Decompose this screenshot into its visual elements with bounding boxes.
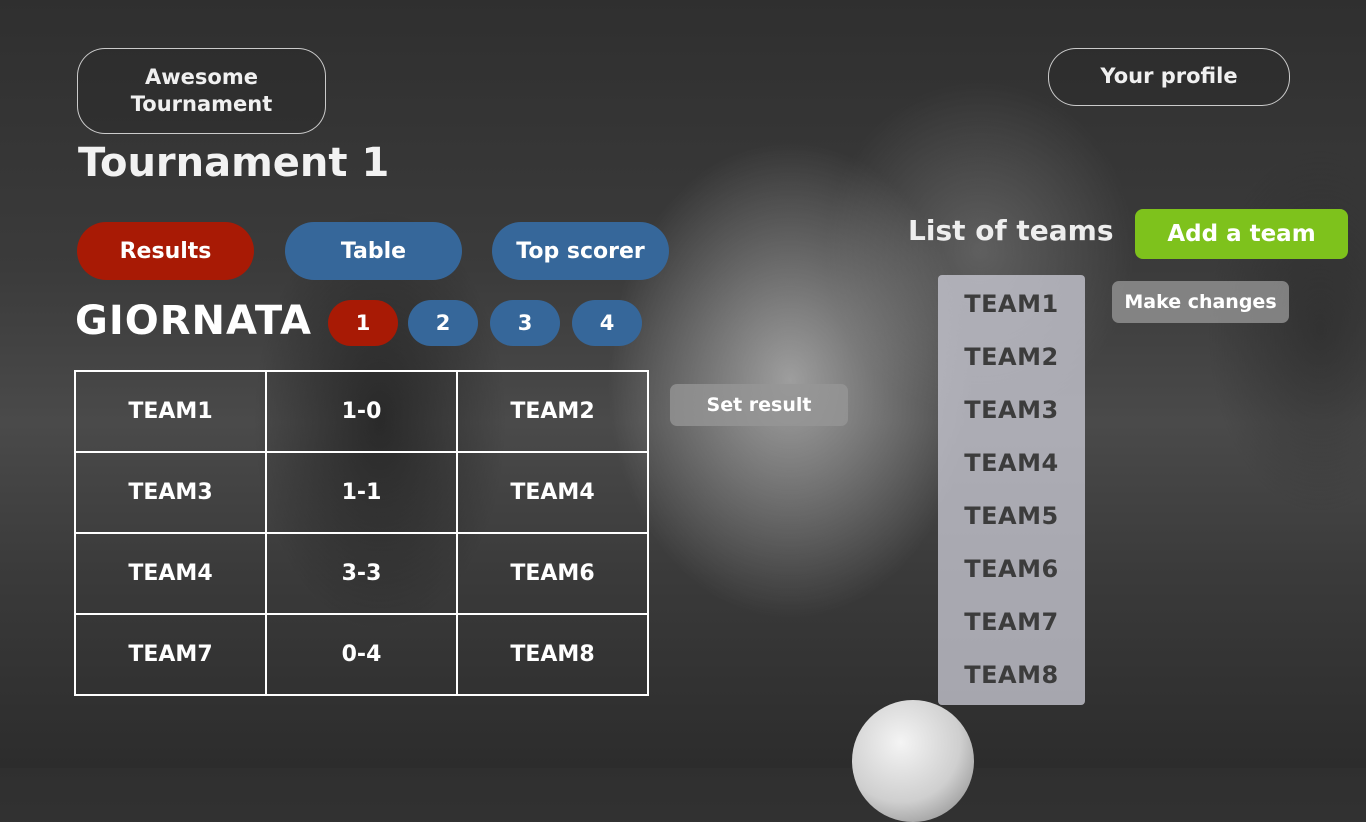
score-cell[interactable]: 1-1	[265, 451, 458, 534]
list-item-team[interactable]: TEAM6	[938, 542, 1085, 595]
tab-results[interactable]: Results	[77, 222, 254, 280]
score-cell[interactable]: 3-3	[265, 532, 458, 615]
list-item-team[interactable]: TEAM4	[938, 436, 1085, 489]
tab-top-scorer[interactable]: Top scorer	[492, 222, 669, 280]
table-row: TEAM7 0-4 TEAM8	[74, 613, 649, 696]
tab-table[interactable]: Table	[285, 222, 462, 280]
table-row: TEAM4 3-3 TEAM6	[74, 532, 649, 615]
giornata-label: GIORNATA	[75, 298, 312, 344]
soccer-ball-image	[852, 700, 974, 822]
away-team-cell: TEAM4	[456, 451, 649, 534]
your-profile-button[interactable]: Your profile	[1048, 48, 1290, 106]
list-item-team[interactable]: TEAM3	[938, 383, 1085, 436]
round-button-3[interactable]: 3	[490, 300, 560, 346]
add-team-button[interactable]: Add a team	[1135, 209, 1348, 259]
round-button-1[interactable]: 1	[328, 300, 398, 346]
away-team-cell: TEAM8	[456, 613, 649, 696]
round-button-4[interactable]: 4	[572, 300, 642, 346]
home-team-cell: TEAM1	[74, 370, 267, 453]
results-table-wrapper: TEAM1 1-0 TEAM2 TEAM3 1-1 TEAM4 TEAM4 3-…	[74, 370, 649, 696]
away-team-cell: TEAM6	[456, 532, 649, 615]
set-result-button[interactable]: Set result	[670, 384, 848, 426]
home-team-cell: TEAM3	[74, 451, 267, 534]
list-item-team[interactable]: TEAM7	[938, 595, 1085, 648]
teams-list-title: List of teams	[908, 214, 1114, 247]
round-button-2[interactable]: 2	[408, 300, 478, 346]
score-cell[interactable]: 0-4	[265, 613, 458, 696]
list-item-team[interactable]: TEAM2	[938, 330, 1085, 383]
results-table: TEAM1 1-0 TEAM2 TEAM3 1-1 TEAM4 TEAM4 3-…	[74, 370, 649, 696]
score-cell[interactable]: 1-0	[265, 370, 458, 453]
table-row: TEAM1 1-0 TEAM2	[74, 370, 649, 453]
home-team-cell: TEAM4	[74, 532, 267, 615]
page-title: Tournament 1	[78, 140, 390, 186]
table-row: TEAM3 1-1 TEAM4	[74, 451, 649, 534]
teams-list-panel: TEAM1 TEAM2 TEAM3 TEAM4 TEAM5 TEAM6 TEAM…	[938, 275, 1085, 705]
list-item-team[interactable]: TEAM1	[938, 277, 1085, 330]
home-team-cell: TEAM7	[74, 613, 267, 696]
list-item-team[interactable]: TEAM5	[938, 489, 1085, 542]
list-item-team[interactable]: TEAM8	[938, 648, 1085, 701]
away-team-cell: TEAM2	[456, 370, 649, 453]
tournament-brand-button[interactable]: Awesome Tournament	[77, 48, 326, 134]
make-changes-button[interactable]: Make changes	[1112, 281, 1289, 323]
